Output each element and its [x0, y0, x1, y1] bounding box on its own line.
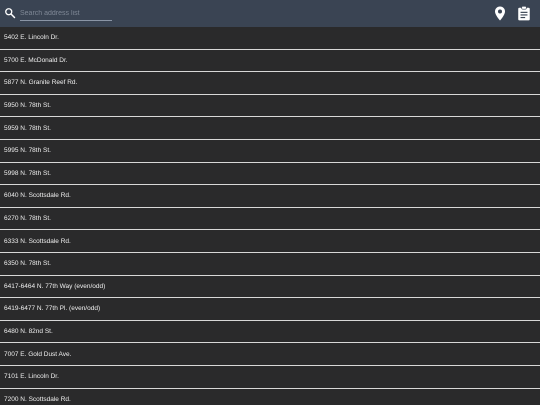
address-list: 5402 E. Lincoln Dr. 5700 E. McDonald Dr.…: [0, 27, 540, 405]
address-list-item[interactable]: 6270 N. 78th St.: [0, 207, 540, 231]
address-list-item[interactable]: 5995 N. 78th St.: [0, 139, 540, 163]
address-list-item[interactable]: 6350 N. 78th St.: [0, 252, 540, 276]
top-app-bar: [0, 0, 540, 27]
address-list-item[interactable]: 5402 E. Lincoln Dr.: [0, 27, 540, 50]
address-list-item[interactable]: 6419-6477 N. 77th Pl. (even/odd): [0, 298, 540, 321]
address-list-item[interactable]: 6040 N. Scottsdale Rd.: [0, 185, 540, 208]
address-list-item[interactable]: 5877 N. Granite Reef Rd.: [0, 72, 540, 95]
address-list-item[interactable]: 5998 N. 78th St.: [0, 162, 540, 186]
map-pin-icon[interactable]: [494, 6, 506, 21]
address-list-item[interactable]: 5950 N. 78th St.: [0, 94, 540, 118]
address-list-item[interactable]: 5959 N. 78th St.: [0, 117, 540, 140]
clipboard-icon[interactable]: [517, 6, 531, 21]
address-list-item[interactable]: 6480 N. 82nd St.: [0, 320, 540, 344]
address-list-item[interactable]: 6417-6464 N. 77th Way (even/odd): [0, 275, 540, 299]
address-list-item[interactable]: 7200 N. Scottsdale Rd.: [0, 388, 540, 405]
address-list-item[interactable]: 6333 N. Scottsdale Rd.: [0, 230, 540, 253]
address-list-item[interactable]: 7101 E. Lincoln Dr.: [0, 365, 540, 389]
search-input[interactable]: [20, 6, 112, 21]
search-icon[interactable]: [4, 7, 16, 19]
address-list-item[interactable]: 7007 E. Gold Dust Ave.: [0, 343, 540, 366]
app-window: 5402 E. Lincoln Dr. 5700 E. McDonald Dr.…: [0, 0, 540, 405]
address-list-item[interactable]: 5700 E. McDonald Dr.: [0, 49, 540, 73]
